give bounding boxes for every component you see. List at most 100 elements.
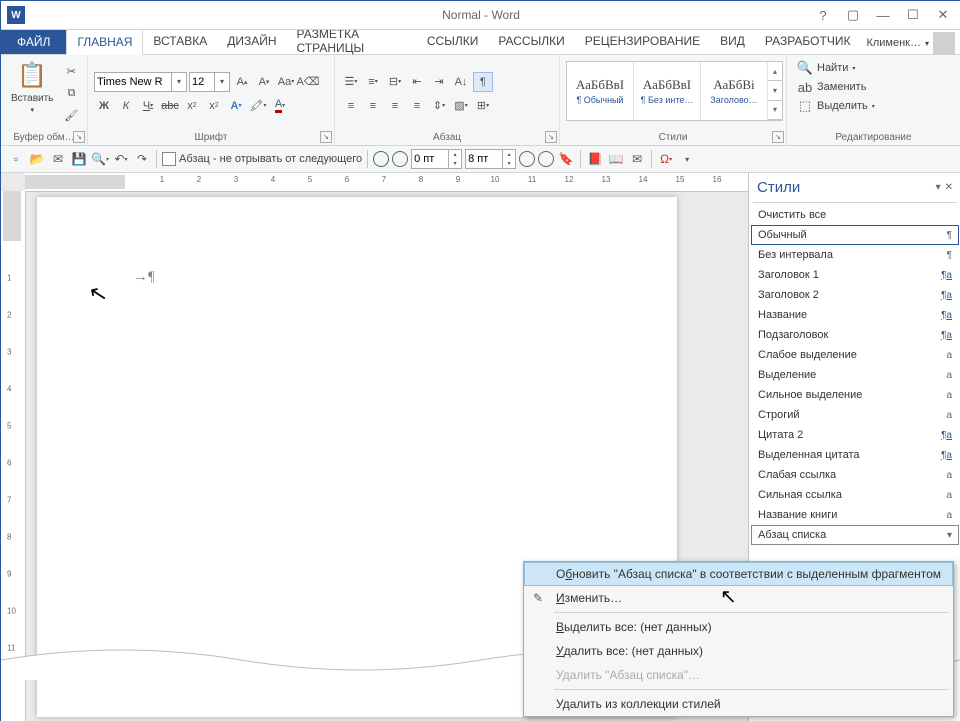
style-list-item[interactable]: Выделенная цитата¶a [751,445,959,465]
minimize-button[interactable]: — [869,3,897,27]
circle-button[interactable] [392,151,408,167]
circle-button-green[interactable] [373,151,389,167]
envelope-button[interactable]: ✉ [628,150,646,168]
font-size-input[interactable] [190,73,214,91]
close-button[interactable]: ✕ [929,3,957,27]
style-gallery-item[interactable]: АаБбВіЗаголово… [701,62,768,120]
style-list-item[interactable]: Сильная ссылкаa [751,485,959,505]
tab-разработчик[interactable]: РАЗРАБОТЧИК [755,29,861,53]
bookmark-button[interactable]: 🔖 [557,150,575,168]
chevron-down-icon[interactable]: ▾ [214,73,229,91]
style-gallery-item[interactable]: АаБбВвІ¶ Без инте… [634,62,701,120]
style-list-item[interactable]: Обычный¶ [751,225,959,245]
gallery-more-icon[interactable]: ▾ [768,101,782,120]
tab-разметка страницы[interactable]: РАЗМЕТКА СТРАНИЦЫ [287,29,417,53]
subscript-button[interactable]: x2 [182,96,202,116]
clear-all-button[interactable]: Очистить все [751,205,959,225]
style-list-item[interactable]: Название¶a [751,305,959,325]
underline-button[interactable]: Ч▾ [138,96,158,116]
font-name-input[interactable] [95,73,171,91]
style-list-item[interactable]: Заголовок 2¶a [751,285,959,305]
line-spacing-button[interactable]: ⇕▾ [429,96,449,116]
preview-button[interactable]: 🔍▾ [91,150,109,168]
spin-up-icon[interactable]: ▴ [503,150,515,159]
scroll-down-icon[interactable]: ▾ [768,81,782,100]
style-list-item[interactable]: Выделениеa [751,365,959,385]
cut-button[interactable]: ✂ [61,62,81,82]
shrink-font-button[interactable]: A▾ [254,72,274,92]
tab-дизайн[interactable]: ДИЗАЙН [217,29,286,53]
space-before-spinner[interactable]: ▴▾ [411,149,462,169]
tab-ссылки[interactable]: ССЫЛКИ [417,29,488,53]
shading-button[interactable]: ▨▾ [451,96,471,116]
mail-button[interactable]: ✉ [49,150,67,168]
context-menu-item[interactable]: ✎Изменить… [524,586,953,610]
bold-button[interactable]: Ж [94,96,114,116]
format-painter-button[interactable]: 🖌 [61,106,81,126]
new-doc-button[interactable]: ▫ [7,150,25,168]
keep-with-next-checkbox[interactable] [162,152,176,166]
file-tab[interactable]: ФАЙЛ [1,30,66,54]
italic-button[interactable]: К [116,96,136,116]
numbering-button[interactable]: ≡▾ [363,72,383,92]
undo-button[interactable]: ↶▾ [112,150,130,168]
maximize-button[interactable]: ☐ [899,3,927,27]
spin-down-icon[interactable]: ▾ [503,159,515,168]
show-marks-button[interactable]: ¶ [473,72,493,92]
style-list-item[interactable]: Сильное выделениеa [751,385,959,405]
bullets-button[interactable]: ☰▾ [341,72,361,92]
change-case-button[interactable]: Aa▾ [276,72,296,92]
circle-button[interactable] [519,151,535,167]
select-button[interactable]: ⬚Выделить▾ [793,97,879,115]
tab-главная[interactable]: ГЛАВНАЯ [66,29,143,55]
paragraph-launcher[interactable]: ↘ [545,131,557,143]
context-menu-item[interactable]: Обновить "Абзац списка" в соответствии с… [524,562,953,586]
borders-button[interactable]: ⊞▾ [473,96,493,116]
style-list-item[interactable]: Заголовок 1¶a [751,265,959,285]
style-gallery-item[interactable]: АаБбВвІ¶ Обычный [567,62,634,120]
justify-button[interactable]: ≡ [407,96,427,116]
align-left-button[interactable]: ≡ [341,96,361,116]
font-name-combo[interactable]: ▾ [94,72,187,92]
book-button[interactable]: 📕 [586,150,604,168]
sort-button[interactable]: A↓ [451,72,471,92]
scroll-up-icon[interactable]: ▴ [768,62,782,81]
style-list-item[interactable]: Абзац списка▾ [751,525,959,545]
redo-button[interactable]: ↷ [133,150,151,168]
vertical-ruler[interactable]: 1234567891011 [1,191,26,721]
copy-button[interactable]: ⧉ [61,84,81,104]
paste-button[interactable]: 📋 Вставить ▾ [5,57,59,130]
save-button[interactable]: 💾 [70,150,88,168]
style-list-item[interactable]: Слабое выделениеa [751,345,959,365]
font-size-combo[interactable]: ▾ [189,72,230,92]
style-list-item[interactable]: Цитата 2¶a [751,425,959,445]
strike-button[interactable]: abc [160,96,180,116]
style-gallery[interactable]: АаБбВвІ¶ ОбычныйАаБбВвІ¶ Без инте…АаБбВі… [566,61,783,121]
style-list-item[interactable]: Слабая ссылкаa [751,465,959,485]
multilevel-button[interactable]: ⊟▾ [385,72,405,92]
omega-button[interactable]: Ω▾ [657,150,675,168]
replace-button[interactable]: abЗаменить [793,78,879,96]
style-list-item[interactable]: Без интервала¶ [751,245,959,265]
tab-рассылки[interactable]: РАССЫЛКИ [488,29,574,53]
tab-рецензирование[interactable]: РЕЦЕНЗИРОВАНИЕ [575,29,710,53]
style-list-item[interactable]: Строгийa [751,405,959,425]
context-menu-item[interactable]: Удалить все: (нет данных) [524,639,953,663]
horizontal-ruler[interactable]: 1234567891011121314151617 [25,173,748,192]
spin-down-icon[interactable]: ▾ [449,159,461,168]
more-qat-button[interactable]: ▾ [678,150,696,168]
reading-button[interactable]: 📖 [607,150,625,168]
space-after-spinner[interactable]: ▴▾ [465,149,516,169]
gallery-scroll[interactable]: ▴ ▾ ▾ [768,62,782,120]
align-center-button[interactable]: ≡ [363,96,383,116]
highlight-button[interactable]: 🖍▾ [248,96,268,116]
style-list-item[interactable]: Название книгиa [751,505,959,525]
clear-formatting-button[interactable]: A⌫ [298,72,318,92]
clipboard-launcher[interactable]: ↘ [73,131,85,143]
font-launcher[interactable]: ↘ [320,131,332,143]
styles-launcher[interactable]: ↘ [772,131,784,143]
tab-вид[interactable]: ВИД [710,29,755,53]
find-button[interactable]: 🔍Найти▾ [793,59,879,77]
context-menu-item[interactable]: Удалить из коллекции стилей [524,692,953,716]
user-area[interactable]: Клименк…▾ [860,32,960,54]
